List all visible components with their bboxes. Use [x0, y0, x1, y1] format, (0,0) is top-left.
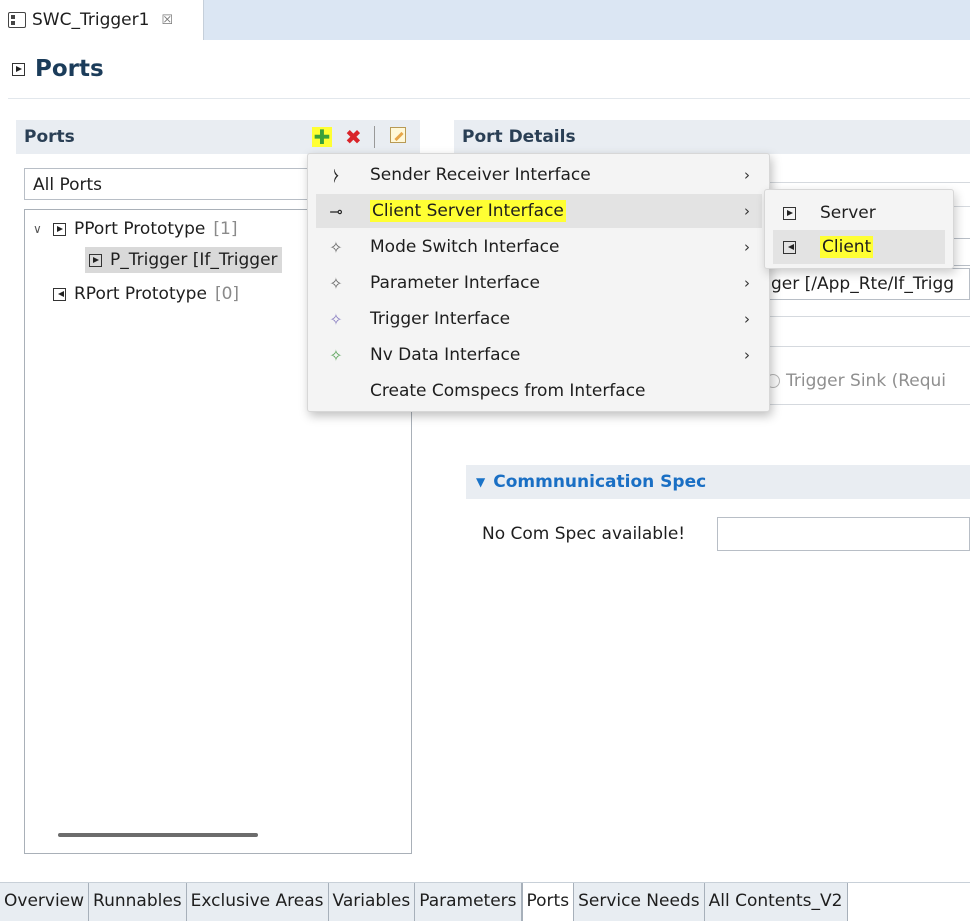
tree-item-rport-prototype[interactable]: RPort Prototype [0]	[53, 281, 239, 307]
tree-item-label: P_Trigger [If_Trigger	[110, 250, 278, 270]
menu-item-sender-receiver-interface[interactable]: ⧽ Sender Receiver Interface ›	[316, 158, 762, 192]
horizontal-scrollbar[interactable]	[58, 833, 258, 837]
communication-spec-header[interactable]: ▼ Commnunication Spec	[466, 465, 970, 499]
tree-item-pport-prototype[interactable]: ∨ PPort Prototype [1]	[33, 216, 237, 242]
details-divider	[760, 346, 970, 347]
client-server-icon: ⊸	[329, 201, 343, 221]
port-details-title: Port Details	[462, 127, 576, 147]
bottom-tab-bar: Overview Runnables Exclusive Areas Variable…	[0, 883, 848, 921]
communication-spec-title: Commnunication Spec	[493, 472, 707, 492]
submenu-item-server[interactable]: Server	[773, 196, 945, 230]
com-spec-field[interactable]	[717, 517, 970, 551]
chevron-right-icon: ›	[744, 166, 750, 184]
menu-item-label: Create Comspecs from Interface	[370, 381, 646, 401]
submenu-item-client[interactable]: Client	[773, 230, 945, 264]
trigger-sink-radio[interactable]: Trigger Sink (Requi	[766, 371, 946, 391]
menu-item-label: Nv Data Interface	[370, 345, 521, 365]
menu-item-label: Client Server Interface	[370, 200, 566, 222]
expand-icon[interactable]	[12, 62, 25, 76]
tab-exclusive-areas[interactable]: Exclusive Areas	[186, 883, 329, 921]
mode-switch-icon: ✧	[329, 237, 343, 257]
provided-port-icon	[783, 206, 796, 220]
details-divider	[760, 316, 970, 317]
menu-item-label: Sender Receiver Interface	[370, 165, 591, 185]
component-icon	[8, 12, 26, 28]
menu-item-mode-switch-interface[interactable]: ✧ Mode Switch Interface ›	[316, 230, 762, 264]
tab-service-needs[interactable]: Service Needs	[574, 883, 705, 921]
menu-item-trigger-interface[interactable]: ✧ Trigger Interface ›	[316, 302, 762, 336]
tree-item-p-trigger[interactable]: P_Trigger [If_Trigger	[85, 247, 282, 273]
tab-variables[interactable]: Variables	[328, 883, 416, 921]
plus-icon: ✚	[313, 125, 331, 149]
provided-port-icon	[89, 253, 102, 267]
port-details-header: Port Details	[454, 120, 970, 154]
tab-runnables[interactable]: Runnables	[89, 883, 187, 921]
tree-item-count: [0]	[214, 284, 240, 304]
collapse-triangle-icon[interactable]: ▼	[476, 475, 485, 489]
delete-port-button[interactable]: ✖	[345, 125, 362, 149]
tree-item-count: [1]	[213, 219, 238, 239]
menu-item-nv-data-interface[interactable]: ✧ Nv Data Interface ›	[316, 338, 762, 372]
required-port-icon	[783, 240, 796, 254]
nv-data-icon: ✧	[329, 345, 343, 365]
trigger-icon: ✧	[329, 309, 343, 329]
tab-ports[interactable]: Ports	[521, 883, 575, 921]
page-title: Ports	[12, 56, 104, 82]
tree-item-label: PPort Prototype	[74, 219, 206, 239]
edit-icon[interactable]	[390, 127, 406, 143]
ports-section-title: Ports	[24, 127, 75, 147]
no-com-spec-label: No Com Spec available!	[482, 524, 686, 544]
context-menu: ⧽ Sender Receiver Interface › ⊸ Client Serve…	[307, 153, 770, 412]
editor-tab-title: SWC_Trigger1	[32, 10, 150, 30]
toolbar-separator	[374, 126, 375, 148]
parameter-icon: ✧	[329, 273, 343, 293]
sender-receiver-icon: ⧽	[333, 165, 339, 184]
required-port-icon	[53, 287, 66, 301]
menu-item-label: Parameter Interface	[370, 273, 540, 293]
page-title-text: Ports	[35, 56, 104, 82]
editor-tab[interactable]: SWC_Trigger1 ☒	[0, 0, 204, 40]
chevron-right-icon: ›	[744, 238, 750, 256]
interface-field[interactable]: ger [/App_Rte/If_Trigg	[760, 268, 970, 300]
submenu-item-label: Client	[820, 236, 874, 258]
menu-item-parameter-interface[interactable]: ✧ Parameter Interface ›	[316, 266, 762, 300]
tab-parameters[interactable]: Parameters	[415, 883, 522, 921]
add-port-button[interactable]: ✚	[312, 127, 332, 147]
submenu-item-label: Server	[820, 203, 876, 223]
tab-all-contents-v2[interactable]: All Contents_V2	[704, 883, 848, 921]
menu-item-label: Trigger Interface	[370, 309, 511, 329]
menu-item-label: Mode Switch Interface	[370, 237, 560, 257]
tree-item-label: RPort Prototype	[74, 284, 207, 304]
details-divider	[760, 182, 970, 183]
chevron-right-icon: ›	[744, 310, 750, 328]
client-server-submenu: Server Client	[764, 189, 954, 269]
port-filter-select[interactable]: All Ports	[24, 168, 324, 200]
chevron-right-icon: ›	[744, 346, 750, 364]
provided-port-icon	[53, 222, 66, 236]
tab-overview[interactable]: Overview	[0, 883, 90, 921]
close-tab-icon[interactable]: ☒	[161, 13, 173, 28]
chevron-right-icon: ›	[744, 274, 750, 292]
chevron-right-icon: ›	[744, 202, 750, 220]
menu-item-create-comspecs-from-interface[interactable]: Create Comspecs from Interface	[316, 374, 762, 408]
menu-item-client-server-interface[interactable]: ⊸ Client Server Interface ›	[316, 194, 762, 228]
details-divider	[760, 404, 970, 405]
trigger-sink-label: Trigger Sink (Requi	[786, 371, 946, 391]
collapse-chevron-icon[interactable]: ∨	[33, 222, 45, 236]
title-divider	[8, 98, 970, 99]
